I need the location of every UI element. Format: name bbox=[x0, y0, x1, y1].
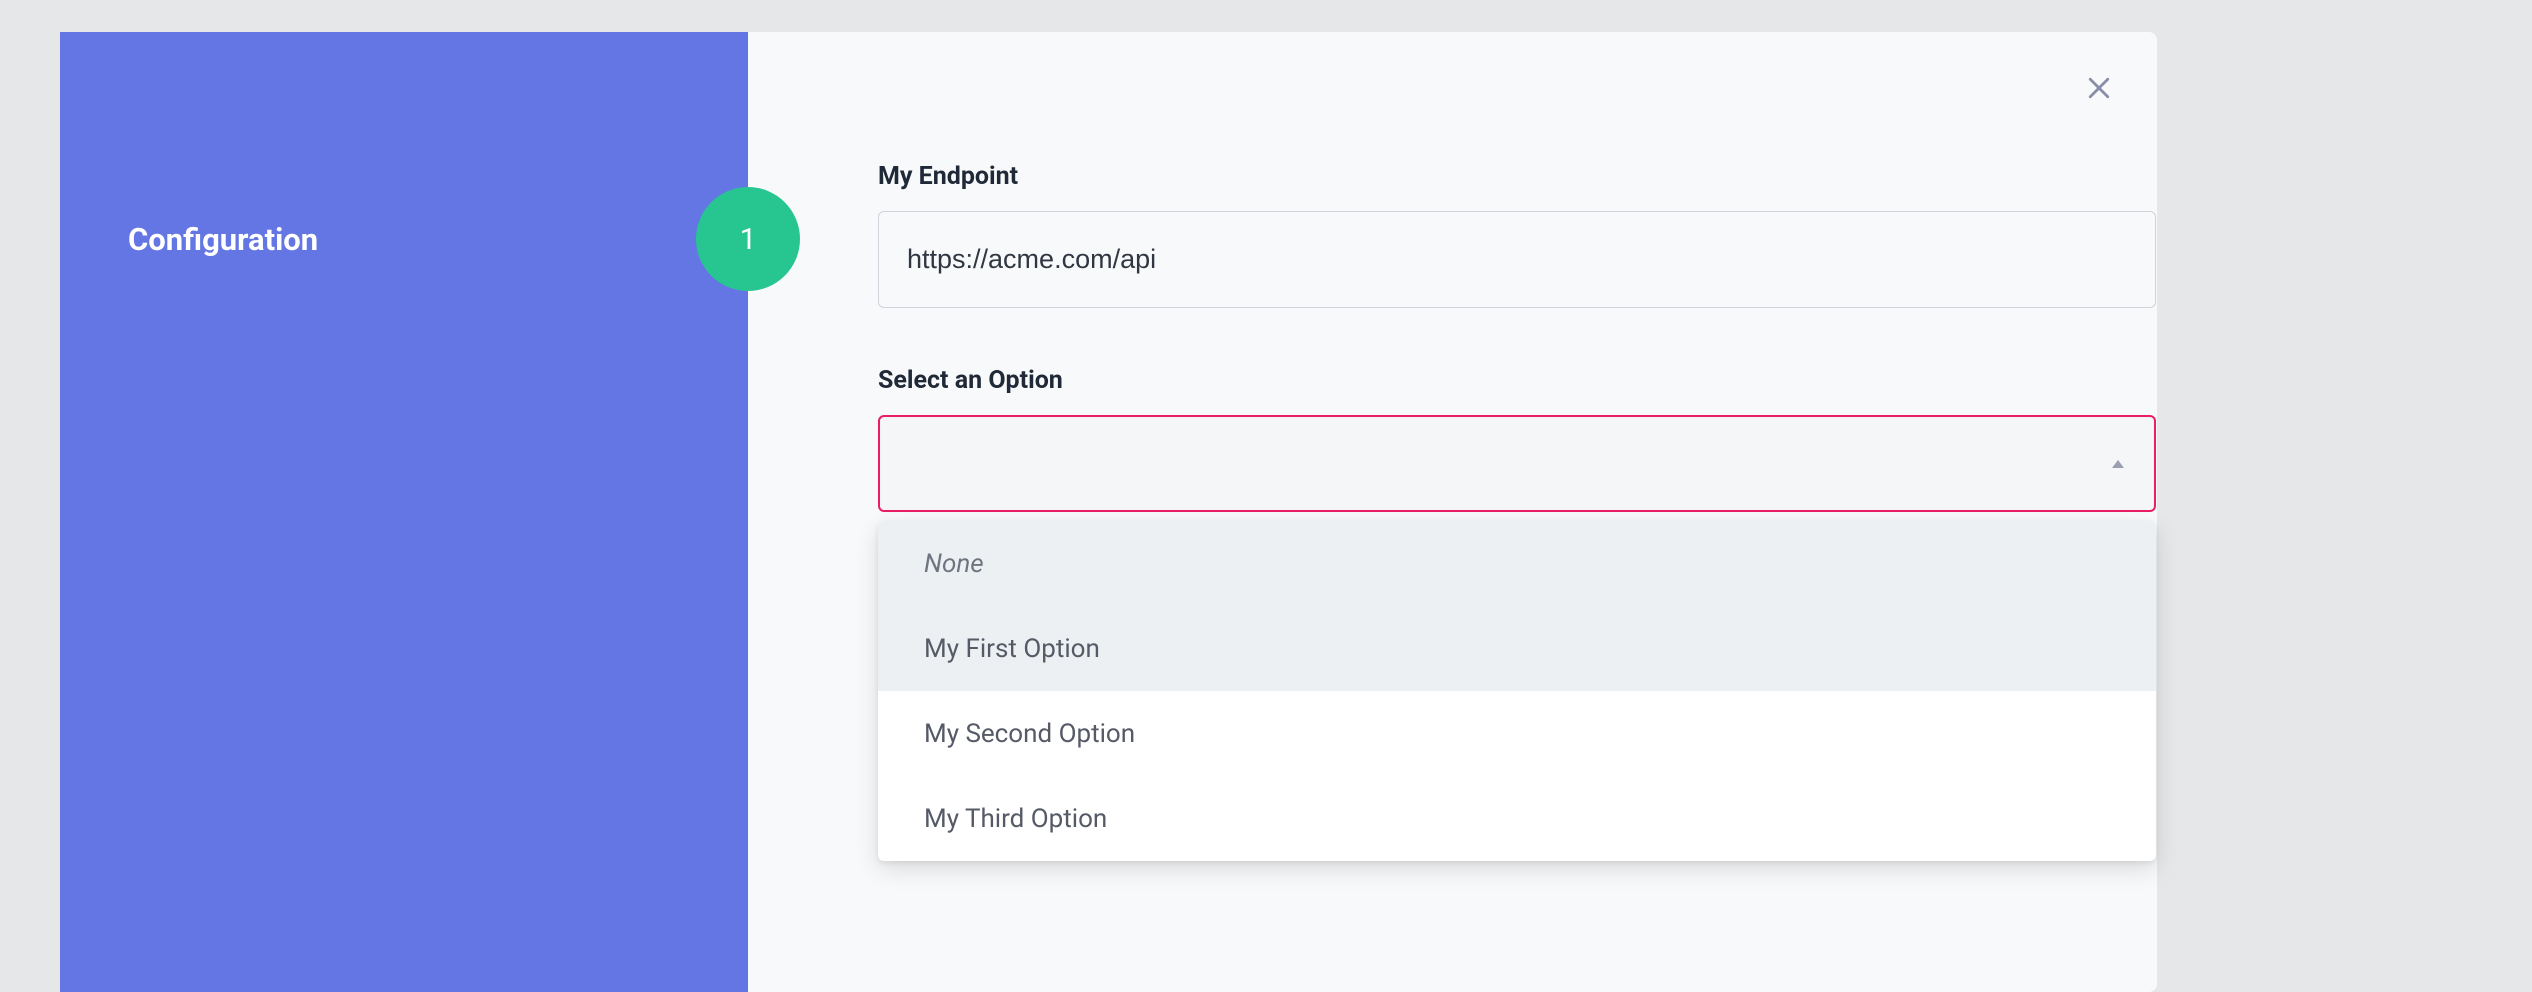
endpoint-label: My Endpoint bbox=[878, 162, 2156, 191]
sidebar-title: Configuration bbox=[128, 221, 318, 258]
option-second[interactable]: My Second Option bbox=[878, 691, 2156, 776]
caret-up-icon bbox=[2110, 459, 2126, 469]
option-label: Select an Option bbox=[878, 366, 2156, 395]
content-area: My Endpoint Select an Option None My Fir… bbox=[748, 32, 2157, 992]
option-first[interactable]: My First Option bbox=[878, 606, 2156, 691]
sidebar: Configuration bbox=[60, 32, 748, 992]
close-icon bbox=[2084, 73, 2114, 107]
config-modal: Configuration 1 My Endpoint Select an Op… bbox=[60, 32, 2157, 992]
endpoint-group: My Endpoint bbox=[878, 162, 2156, 308]
option-select[interactable] bbox=[878, 415, 2156, 512]
step-badge: 1 bbox=[696, 187, 800, 291]
form-area: My Endpoint Select an Option bbox=[878, 162, 2156, 570]
endpoint-input[interactable] bbox=[878, 211, 2156, 308]
option-group: Select an Option bbox=[878, 366, 2156, 512]
option-dropdown: None My First Option My Second Option My… bbox=[878, 521, 2156, 861]
option-third[interactable]: My Third Option bbox=[878, 776, 2156, 861]
option-none[interactable]: None bbox=[878, 521, 2156, 606]
close-button[interactable] bbox=[2081, 72, 2117, 108]
